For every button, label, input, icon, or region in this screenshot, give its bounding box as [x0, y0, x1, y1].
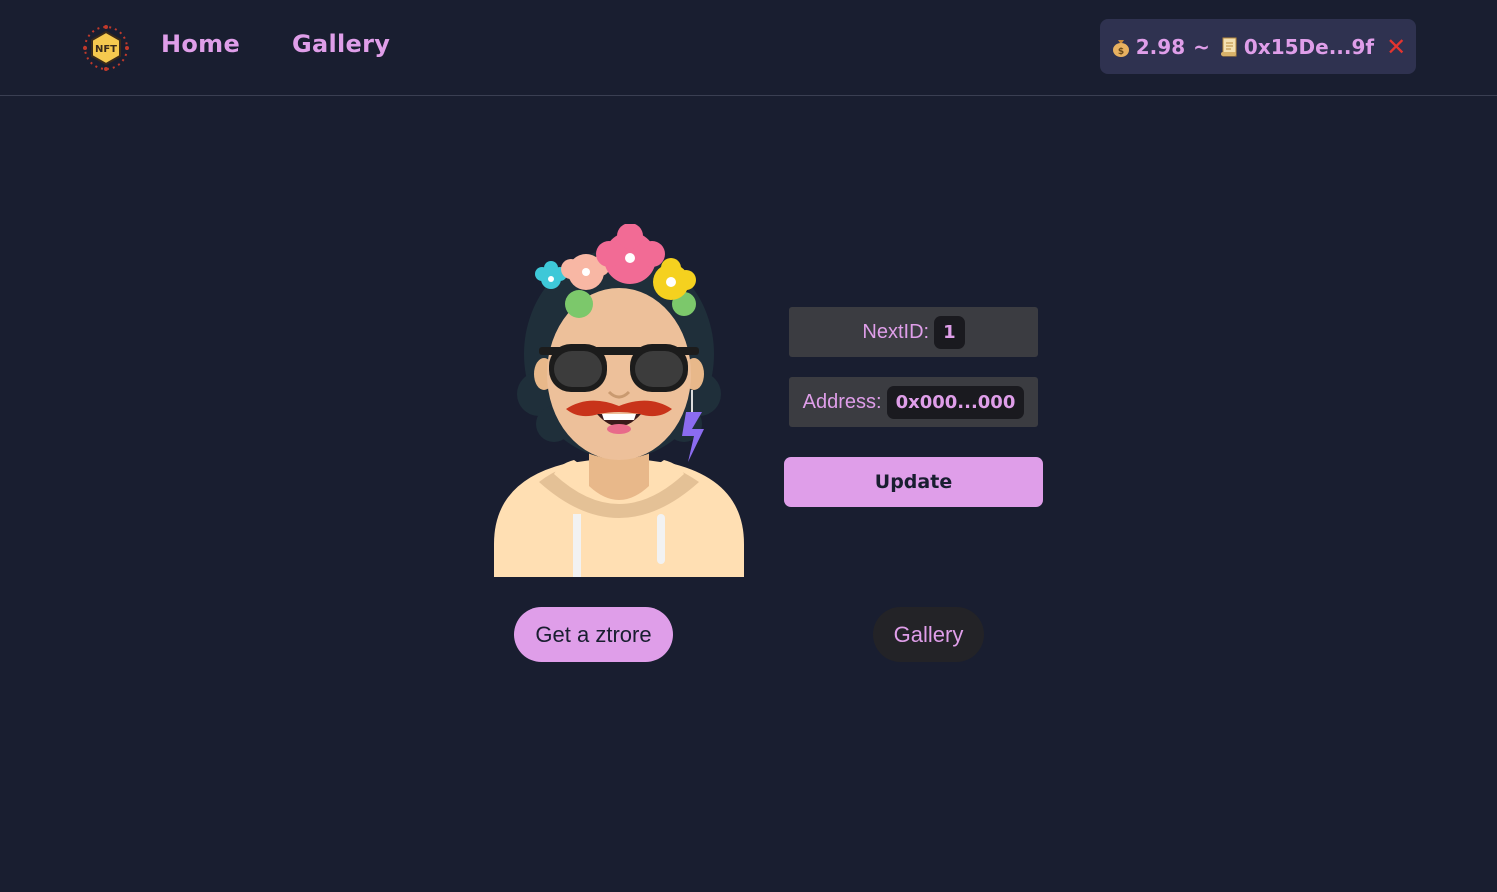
wallet-status: $ 2.98 ~ 0x15De...9f ✕ — [1100, 19, 1416, 74]
wallet-balance: 2.98 — [1135, 34, 1186, 59]
gallery-button[interactable]: Gallery — [873, 607, 984, 662]
nav-home-link[interactable]: Home — [161, 30, 240, 58]
disconnect-close-icon[interactable]: ✕ — [1386, 33, 1406, 61]
update-button[interactable]: Update — [784, 457, 1043, 507]
wallet-address: 0x15De...9f — [1243, 34, 1375, 59]
nav-gallery-link[interactable]: Gallery — [292, 30, 390, 58]
navbar: NFT Home Gallery $ 2.98 ~ 0x15De...9f ✕ — [0, 0, 1497, 96]
next-id-value: 1 — [934, 315, 965, 349]
next-id-panel: NextID: 1 — [789, 307, 1038, 357]
svg-text:NFT: NFT — [95, 44, 117, 55]
contract-address-label: Address: — [802, 390, 882, 413]
next-id-label: NextID: — [862, 320, 930, 343]
svg-text:$: $ — [1118, 47, 1124, 57]
scroll-icon — [1220, 37, 1237, 56]
wallet-separator: ~ — [1193, 34, 1210, 59]
nft-logo-icon[interactable]: NFT — [82, 24, 130, 72]
contract-address-value: 0x000...000 — [886, 385, 1025, 419]
contract-address-panel: Address: 0x000...000 — [789, 377, 1038, 427]
money-bag-icon: $ — [1112, 39, 1129, 57]
ztrore-avatar-image — [494, 224, 744, 577]
get-ztrore-button[interactable]: Get a ztrore — [514, 607, 673, 662]
page: NFT Home Gallery $ 2.98 ~ 0x15De...9f ✕ … — [0, 0, 1497, 892]
